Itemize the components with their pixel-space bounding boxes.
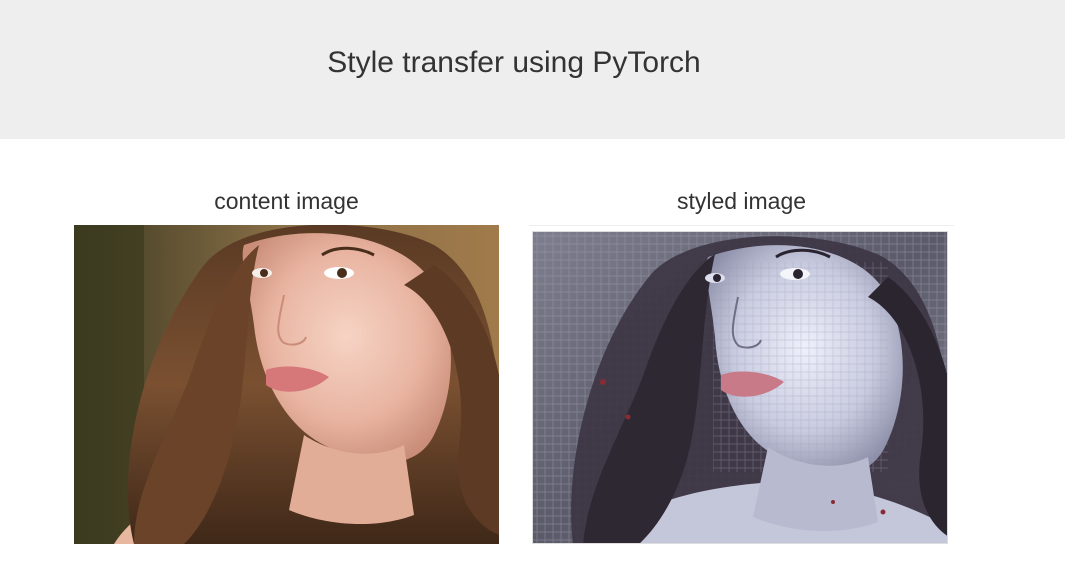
page-title: Style transfer using PyTorch: [327, 46, 701, 79]
page-header: Style transfer using PyTorch: [0, 0, 1065, 139]
styled-image-caption: styled image: [676, 188, 807, 214]
styled-image: [532, 231, 948, 544]
styled-image-frame: [529, 225, 954, 547]
content-image: [74, 225, 499, 544]
content-image-caption: content image: [214, 188, 359, 214]
content-image-illustration: [74, 225, 499, 544]
styled-image-illustration: [533, 232, 947, 543]
